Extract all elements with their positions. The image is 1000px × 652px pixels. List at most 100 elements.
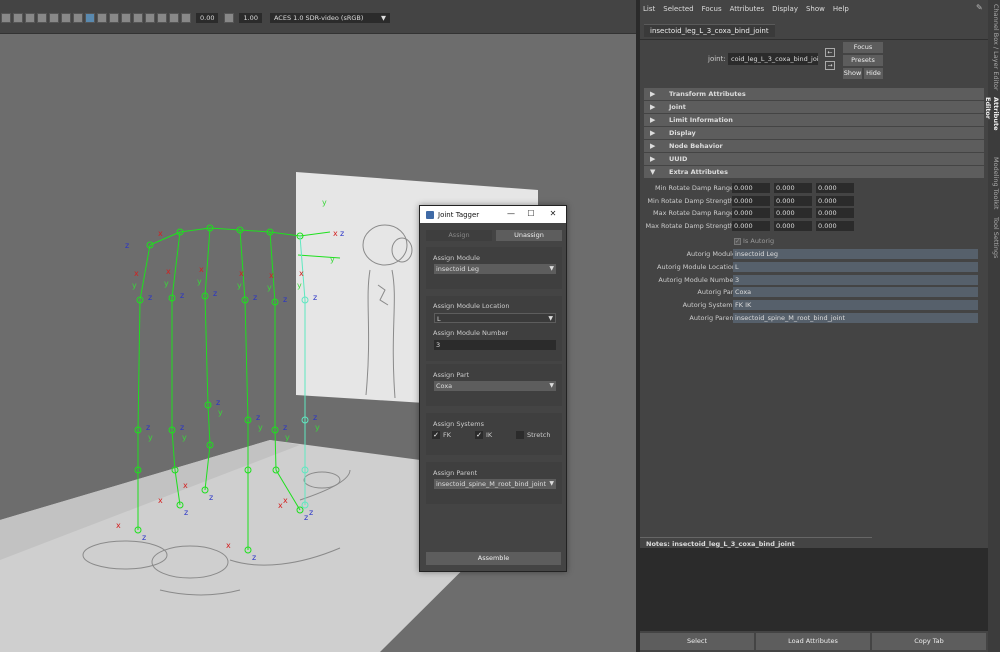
damp-value-field[interactable]: 0.000	[816, 220, 854, 231]
ae-menu-help[interactable]: Help	[833, 5, 849, 13]
color-space-select[interactable]: ACES 1.0 SDR-video (sRGB) ▼	[269, 13, 390, 23]
tab-insectoid-joint[interactable]: insectoid_leg_L_3_coxa_bind_joint	[644, 24, 775, 37]
bone[interactable]	[139, 244, 151, 301]
autorig-row-field[interactable]: 3	[733, 274, 978, 285]
side-tab-attribute-editor[interactable]: Attribute Editor	[984, 95, 1000, 150]
damp-value-field[interactable]: 0.000	[774, 220, 812, 231]
ae-menu-selected[interactable]: Selected	[663, 5, 693, 13]
ae-menu-show[interactable]: Show	[806, 5, 825, 13]
gamma-field[interactable]: 1.00	[239, 13, 262, 23]
side-tab-channel-box[interactable]: Channel Box / Layer Editor	[988, 2, 1000, 92]
shadows-icon[interactable]	[121, 13, 131, 23]
system-ik-checkbox[interactable]: ✓ IK	[475, 431, 492, 439]
ambient-occlusion-icon[interactable]	[133, 13, 143, 23]
image-plane-icon[interactable]	[49, 13, 59, 23]
bone[interactable]	[239, 229, 271, 233]
tab-assign[interactable]: Assign	[426, 230, 492, 241]
damp-value-field[interactable]: 0.000	[774, 208, 812, 218]
section-transform-attributes[interactable]: ▶ Transform Attributes	[644, 88, 984, 100]
lights-icon[interactable]	[109, 13, 119, 23]
smooth-shade-icon[interactable]	[73, 13, 83, 23]
assemble-button[interactable]: Assemble	[426, 552, 561, 565]
is-autorig-checkbox[interactable]: ✓ Is Autorig	[734, 237, 774, 245]
axis-label-z: z	[148, 293, 152, 302]
section-node-behavior[interactable]: ▶ Node Behavior	[644, 140, 984, 152]
assign-parent-select[interactable]: insectoid_spine_M_root_bind_joint ▼	[434, 479, 556, 489]
wireframe-icon[interactable]	[61, 13, 71, 23]
load-attributes-button[interactable]: Load Attributes	[756, 633, 870, 650]
assign-module-select[interactable]: insectoid Leg ▼	[434, 264, 556, 274]
damp-value-field[interactable]: 0.000	[816, 208, 854, 218]
antialias-icon[interactable]	[145, 13, 155, 23]
resolution-gate-icon[interactable]	[37, 13, 47, 23]
bone[interactable]	[244, 299, 249, 421]
damp-value-field[interactable]: 0.000	[732, 220, 770, 231]
copy-tab-button[interactable]: Copy Tab	[872, 633, 986, 650]
close-icon[interactable]: ✕	[548, 209, 558, 219]
grid-icon[interactable]	[13, 13, 23, 23]
exposure-field[interactable]: 0.00	[196, 13, 219, 23]
assign-part-select[interactable]: Coxa ▼	[434, 381, 556, 391]
section-display[interactable]: ▶ Display	[644, 127, 984, 139]
bone[interactable]	[137, 299, 141, 431]
joint-name-field[interactable]: coid_leg_L_3_coxa_bind_joint	[728, 53, 818, 65]
damp-value-field[interactable]: 0.000	[816, 183, 854, 193]
bone[interactable]	[204, 227, 211, 297]
bone[interactable]	[207, 404, 211, 446]
bone[interactable]	[204, 295, 209, 406]
bone[interactable]	[149, 231, 181, 246]
bone[interactable]	[171, 231, 181, 299]
bone[interactable]	[269, 231, 301, 237]
damp-value-field[interactable]: 0.000	[774, 183, 812, 193]
tab-unassign[interactable]: Unassign	[496, 230, 562, 241]
autorig-row-field[interactable]: insectoid_spine_M_root_bind_joint	[733, 313, 978, 323]
xray-icon[interactable]	[157, 13, 167, 23]
select-button[interactable]: Select	[640, 633, 754, 650]
joint-tagger-titlebar[interactable]: Joint Tagger — ☐ ✕	[420, 206, 566, 223]
go-to-output-icon[interactable]: →	[825, 61, 835, 70]
bone[interactable]	[179, 227, 211, 233]
axis-label-y: y	[315, 423, 320, 432]
assign-number-field[interactable]: 3	[434, 340, 556, 350]
hide-button[interactable]: Hide	[864, 68, 883, 79]
damp-value-field[interactable]: 0.000	[732, 208, 770, 218]
go-to-input-icon[interactable]: ←	[825, 48, 835, 57]
section-extra-attributes[interactable]: ▼ Extra Attributes	[644, 166, 984, 178]
pin-icon[interactable]: ✎	[976, 4, 984, 12]
system-stretch-checkbox[interactable]: Stretch	[516, 431, 550, 439]
xray-joints-icon[interactable]	[85, 13, 95, 23]
ae-menu-attributes[interactable]: Attributes	[730, 5, 765, 13]
presets-button[interactable]: Presets	[843, 55, 883, 66]
focus-button[interactable]: Focus	[843, 42, 883, 53]
textured-icon[interactable]	[97, 13, 107, 23]
damp-value-field[interactable]: 0.000	[732, 195, 770, 206]
assign-location-select[interactable]: L ▼	[434, 313, 556, 323]
section-uuid[interactable]: ▶ UUID	[644, 153, 984, 165]
autorig-row-field[interactable]: FK IK	[733, 300, 978, 311]
side-tab-modeling-toolkit[interactable]: Modeling Toolkit	[988, 155, 1000, 210]
maximize-icon[interactable]: ☐	[526, 209, 536, 219]
autorig-row-field[interactable]: insectoid Leg	[733, 249, 978, 259]
ae-menu-focus[interactable]: Focus	[702, 5, 722, 13]
damp-value-field[interactable]: 0.000	[774, 195, 812, 206]
ae-menu-display[interactable]: Display	[772, 5, 798, 13]
damp-value-field[interactable]: 0.000	[816, 195, 854, 206]
system-fk-checkbox[interactable]: ✓ FK	[432, 431, 451, 439]
show-button[interactable]: Show	[843, 68, 862, 79]
bone[interactable]	[171, 429, 176, 471]
notes-field[interactable]	[640, 548, 988, 631]
section-joint[interactable]: ▶ Joint	[644, 101, 984, 113]
autorig-row-field[interactable]: Coxa	[733, 287, 978, 298]
camera-icon[interactable]	[1, 13, 11, 23]
autorig-row-field[interactable]: L	[733, 261, 978, 272]
exposure-icon[interactable]	[181, 13, 191, 23]
bone[interactable]	[209, 227, 241, 231]
damp-value-field[interactable]: 0.000	[732, 183, 770, 193]
isolate-icon[interactable]	[169, 13, 179, 23]
side-tab-tool-settings[interactable]: Tool Settings	[988, 215, 1000, 265]
ae-menu-list[interactable]: List	[643, 5, 655, 13]
minimize-icon[interactable]: —	[506, 209, 516, 219]
section-limit-information[interactable]: ▶ Limit Information	[644, 114, 984, 126]
film-gate-icon[interactable]	[25, 13, 35, 23]
gamma-icon[interactable]	[224, 13, 235, 23]
